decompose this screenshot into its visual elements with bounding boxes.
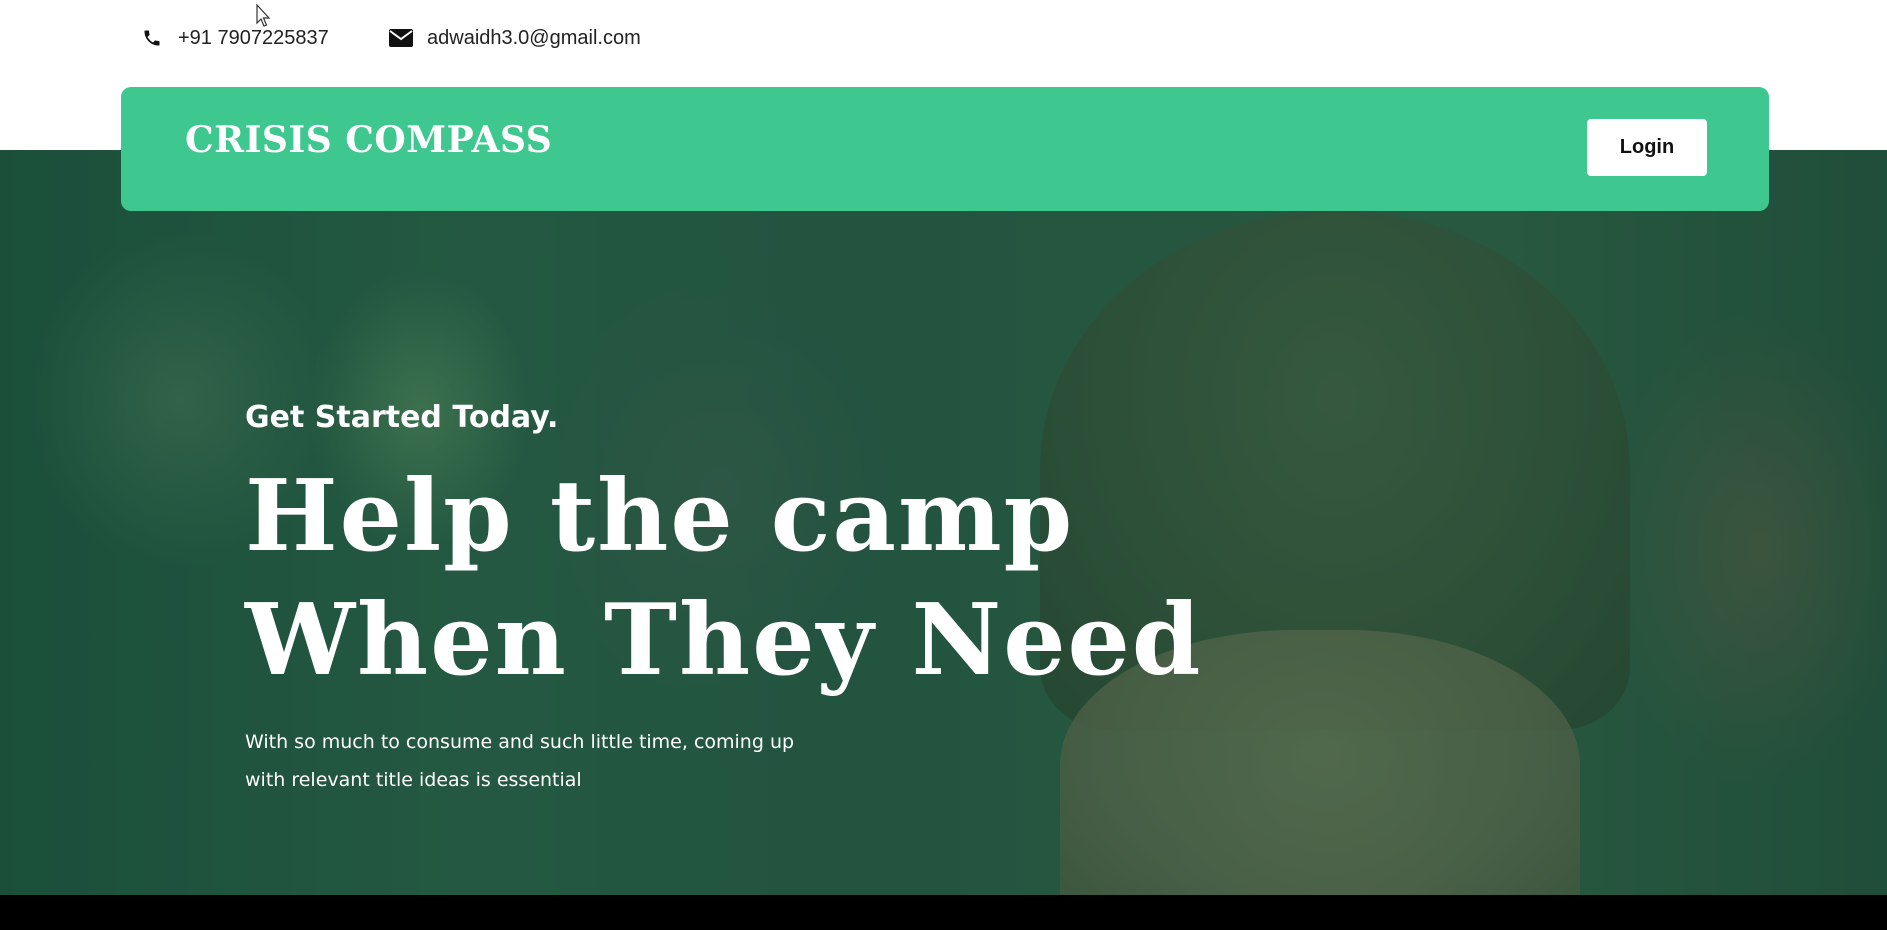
hero-subtext: With so much to consume and such little … — [245, 731, 795, 791]
page: +91 7907225837 adwaidh3.0@gmail.com CRIS… — [0, 0, 1887, 930]
contact-bar: +91 7907225837 adwaidh3.0@gmail.com — [0, 0, 1887, 86]
headline-line-1: Help the camp — [245, 459, 1075, 574]
hero-headline: Help the camp When They Need — [245, 455, 1202, 703]
navbar: CRISIS COMPASS Login — [121, 87, 1769, 211]
hero-content: Get Started Today. Help the camp When Th… — [245, 400, 1202, 799]
login-button[interactable]: Login — [1587, 119, 1707, 176]
envelope-icon — [389, 26, 413, 50]
email-address: adwaidh3.0@gmail.com — [427, 26, 641, 49]
contact-phone[interactable]: +91 7907225837 — [140, 26, 329, 50]
bottom-bar — [0, 895, 1887, 930]
contact-email[interactable]: adwaidh3.0@gmail.com — [389, 26, 641, 50]
phone-icon — [140, 26, 164, 50]
headline-line-2: When They Need — [245, 583, 1203, 698]
brand-logo[interactable]: CRISIS COMPASS — [185, 119, 552, 161]
hero-kicker: Get Started Today. — [245, 400, 559, 435]
phone-number: +91 7907225837 — [178, 26, 329, 49]
mouse-cursor-icon — [256, 3, 272, 32]
